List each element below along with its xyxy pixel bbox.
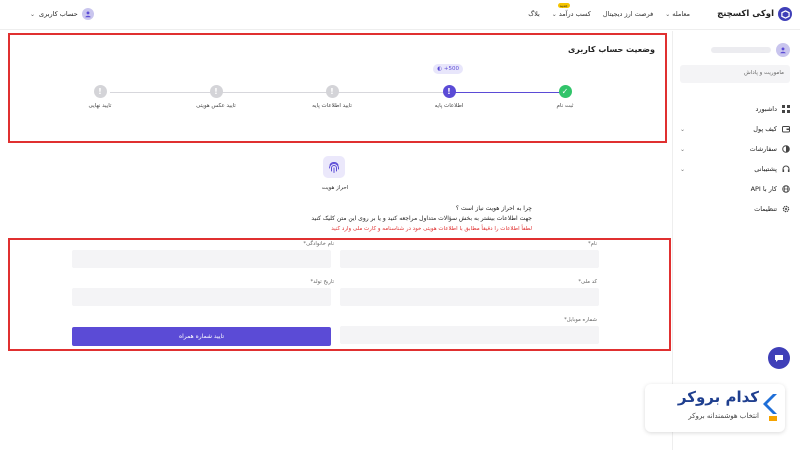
chat-button[interactable] xyxy=(768,347,790,369)
globe-icon xyxy=(782,185,790,193)
chevron-down-icon: ⌄ xyxy=(680,145,686,153)
step-label: ثبت نام xyxy=(556,103,574,109)
sidebar-item-label: تنظیمات xyxy=(754,205,777,213)
kyc-tab[interactable] xyxy=(320,156,348,178)
chevron-down-icon: ⌄ xyxy=(665,10,671,18)
nav-opportunity-label: فرصت ارز دیجیتال xyxy=(602,10,654,18)
birth-date-label: تاریخ تولد* xyxy=(310,279,334,285)
first-name-field[interactable] xyxy=(340,250,599,268)
mobile-field[interactable] xyxy=(340,326,599,344)
reward-icon: ◐ xyxy=(437,66,442,72)
nav-trade[interactable]: معامله ⌄ xyxy=(665,10,690,18)
brand[interactable]: اوکی اکسچنج xyxy=(717,7,792,21)
account-menu[interactable]: حساب کاربری ⌄ xyxy=(30,8,94,20)
sidebar-item-label: پشتیبانی xyxy=(754,165,777,173)
reward-value: +500 xyxy=(443,66,459,72)
watermark-logo-icon xyxy=(763,394,777,421)
missions-rewards-label: ماموریت و پاداش xyxy=(743,70,784,76)
avatar xyxy=(81,8,94,20)
sidebar-item-label: کیف پول xyxy=(753,125,777,133)
nav-earn-label: کسب درآمد xyxy=(558,10,591,18)
chevron-down-icon: ⌄ xyxy=(551,10,557,18)
brand-logo-icon xyxy=(778,7,792,21)
top-nav: معامله ⌄ فرصت ارز دیجیتال کسب درآمد جدید… xyxy=(528,3,690,18)
watermark: کدام بروکر انتخاب هوشمندانه بروکر xyxy=(645,384,785,432)
kyc-question: چرا به احراز هویت نیاز است ؟ xyxy=(455,205,532,212)
brand-name: اوکی اکسچنج xyxy=(717,9,774,19)
chat-icon xyxy=(775,355,783,362)
account-label: حساب کاربری xyxy=(39,10,78,18)
last-name-field[interactable] xyxy=(72,250,331,268)
sidebar-item-label: کار با API xyxy=(750,185,777,193)
user-name-placeholder xyxy=(711,47,771,53)
kyc-description-link[interactable]: جهت اطلاعات بیشتر به بخش سؤالات متداول م… xyxy=(311,215,532,222)
chevron-down-icon: ⌄ xyxy=(680,165,686,173)
exclamation-icon: ! xyxy=(442,85,456,98)
national-code-field[interactable] xyxy=(340,288,599,306)
nav-trade-label: معامله xyxy=(672,10,690,18)
sidebar-item-orders[interactable]: سفارشات ⌄ xyxy=(680,139,790,159)
last-name-label: نام خانوادگی* xyxy=(303,241,334,247)
top-bar: اوکی اکسچنج معامله ⌄ فرصت ارز دیجیتال کس… xyxy=(0,0,800,30)
national-code-label: کد ملی* xyxy=(578,279,597,285)
step-label: اطلاعات پایه xyxy=(434,103,464,109)
sidebar-item-support[interactable]: پشتیبانی ⌄ xyxy=(680,159,790,179)
avatar xyxy=(776,43,790,57)
sidebar-menu: داشبورد کیف پول ⌄ سفارشات ⌄ پشتیبانی ⌄ ک… xyxy=(680,99,790,219)
sidebar-item-api[interactable]: کار با API xyxy=(680,179,790,199)
chevron-down-icon: ⌄ xyxy=(680,125,686,133)
orders-icon xyxy=(782,145,790,153)
step-label: تایید نهایی xyxy=(88,103,112,109)
pending-icon: ! xyxy=(93,85,107,98)
gear-icon xyxy=(782,205,790,213)
first-name-label: نام* xyxy=(587,241,597,247)
new-badge: جدید xyxy=(557,3,570,8)
check-icon: ✓ xyxy=(558,85,572,98)
step-verify-basic: ! تایید اطلاعات پایه xyxy=(292,85,372,109)
kyc-warning: لطفاً اطلاعات را دقیقاً مطابق با اطلاعات… xyxy=(331,226,532,232)
birth-date-field[interactable] xyxy=(72,288,331,306)
sidebar-item-label: داشبورد xyxy=(755,105,778,113)
sidebar-item-dashboard[interactable]: داشبورد xyxy=(680,99,790,119)
watermark-tagline: انتخاب هوشمندانه بروکر xyxy=(688,412,759,420)
kyc-label: احراز هویت xyxy=(321,185,349,191)
status-title: وضعیت حساب کاربری xyxy=(567,45,655,54)
nav-opportunity[interactable]: فرصت ارز دیجیتال xyxy=(603,10,653,18)
wallet-icon xyxy=(782,125,790,133)
identity-form: نام* نام خانوادگی* کد ملی* تاریخ تولد* ش… xyxy=(8,238,671,351)
mobile-label: شماره موبایل* xyxy=(564,317,597,323)
sidebar-item-settings[interactable]: تنظیمات xyxy=(680,199,790,219)
nav-earn[interactable]: کسب درآمد جدید ⌄ xyxy=(551,3,591,18)
missions-rewards-box[interactable]: ماموریت و پاداش xyxy=(680,65,790,83)
sidebar-user xyxy=(711,43,790,57)
step-basic-info: ! اطلاعات پایه xyxy=(409,85,489,109)
verify-mobile-button[interactable]: تایید شماره همراه xyxy=(72,327,331,346)
pending-icon: ! xyxy=(325,85,339,98)
nav-blog-label: بلاگ xyxy=(528,10,540,18)
pending-icon: ! xyxy=(209,85,223,98)
headset-icon xyxy=(782,165,790,173)
account-status-card: وضعیت حساب کاربری ◐ +500 ✓ ثبت نام ! اطل… xyxy=(8,33,667,143)
watermark-name: کدام بروکر xyxy=(677,388,759,406)
sidebar-item-wallet[interactable]: کیف پول ⌄ xyxy=(680,119,790,139)
main-content: وضعیت حساب کاربری ◐ +500 ✓ ثبت نام ! اطل… xyxy=(0,31,672,450)
grid-icon xyxy=(782,105,790,113)
chevron-down-icon: ⌄ xyxy=(30,10,36,18)
step-label: تایید عکس هویتی xyxy=(196,103,236,109)
fingerprint-icon xyxy=(323,156,345,178)
reward-badge: ◐ +500 xyxy=(433,64,463,74)
step-label: تایید اطلاعات پایه xyxy=(312,103,352,109)
step-final: ! تایید نهایی xyxy=(60,85,140,109)
sidebar-item-label: سفارشات xyxy=(749,145,777,153)
step-verify-photo: ! تایید عکس هویتی xyxy=(176,85,256,109)
step-signup: ✓ ثبت نام xyxy=(525,85,605,109)
nav-blog[interactable]: بلاگ xyxy=(528,10,540,18)
